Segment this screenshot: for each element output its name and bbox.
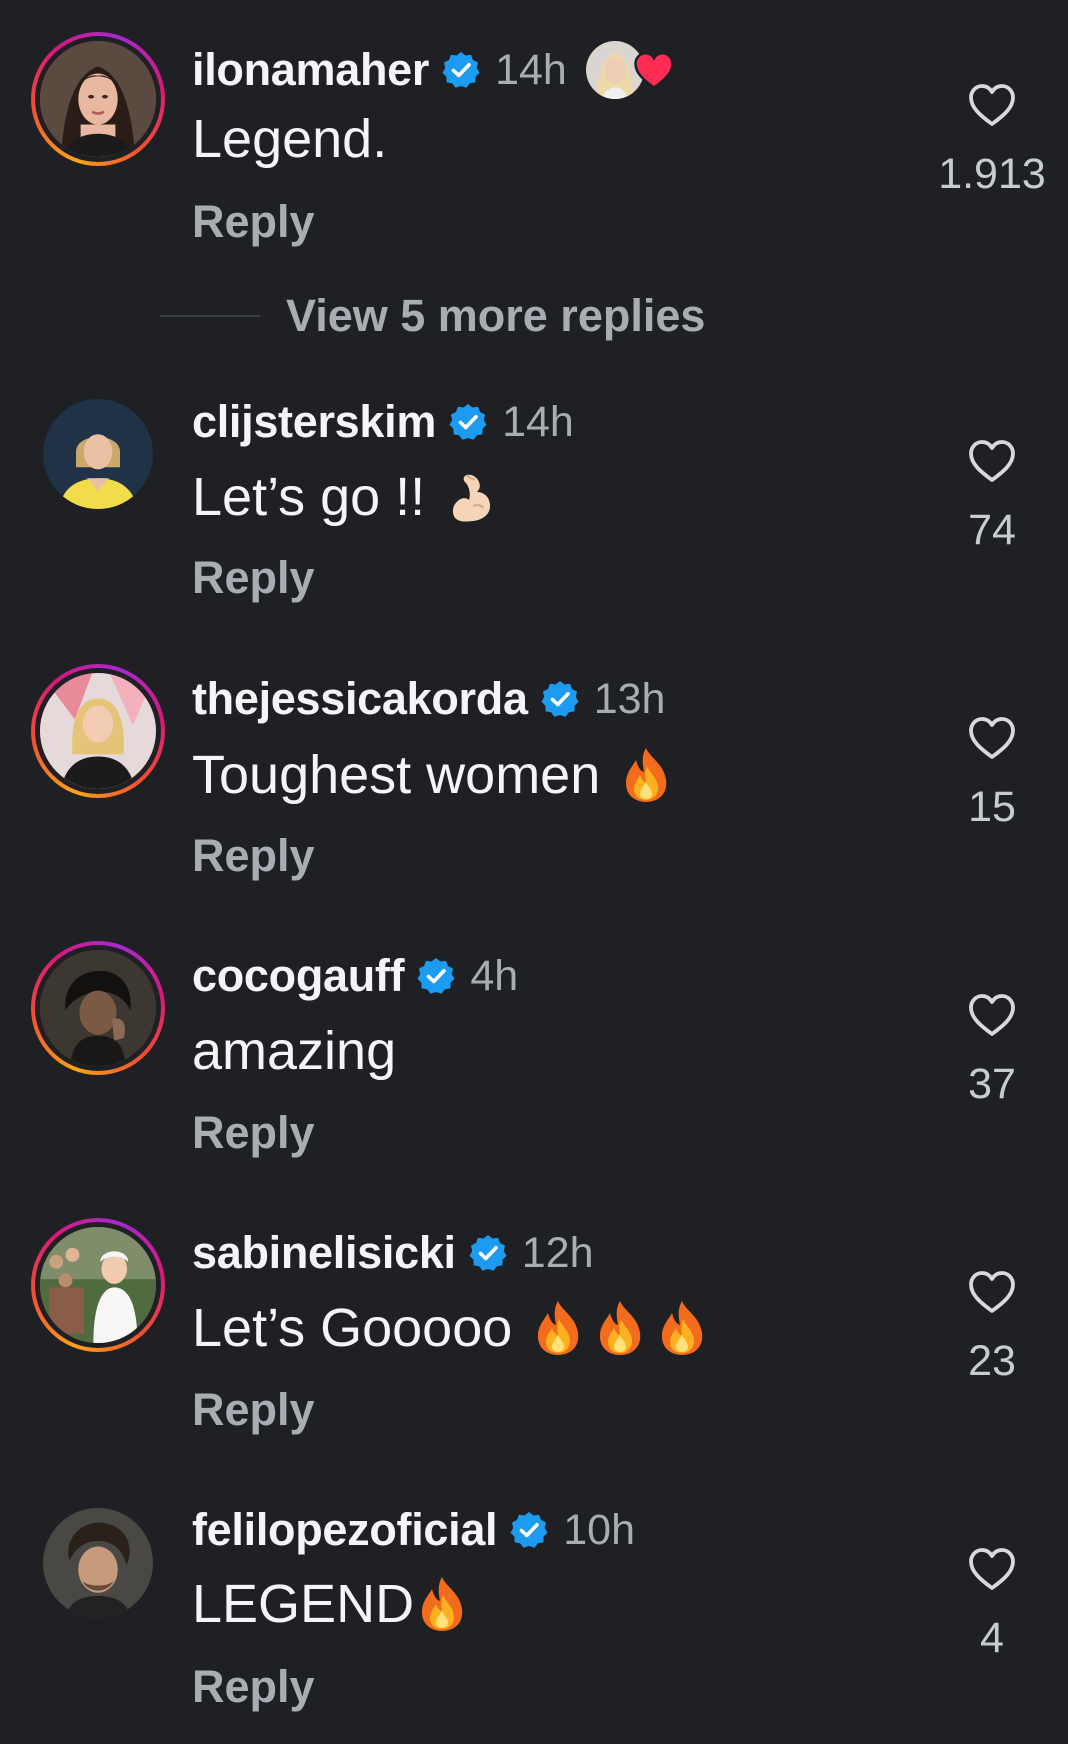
- avatar-story-ring[interactable]: [31, 32, 165, 166]
- username[interactable]: clijsterskim: [192, 396, 436, 448]
- liked-by-author-indicator: [582, 38, 675, 102]
- fire-emoji: [620, 746, 672, 804]
- heart-outline-icon[interactable]: [967, 715, 1017, 761]
- avatar[interactable]: [40, 41, 156, 157]
- timestamp: 10h: [563, 1505, 636, 1554]
- username[interactable]: sabinelisicki: [192, 1227, 456, 1279]
- like-button[interactable]: 1.913: [925, 82, 1059, 199]
- like-count: 23: [968, 1337, 1016, 1385]
- timestamp: 12h: [521, 1228, 594, 1277]
- avatar-story-ring[interactable]: [31, 664, 165, 798]
- avatar-story-ring[interactable]: [31, 941, 165, 1075]
- avatar-container[interactable]: [31, 387, 165, 521]
- reply-button[interactable]: Reply: [192, 1384, 315, 1436]
- avatar[interactable]: [40, 950, 156, 1066]
- verified-badge-icon: [441, 50, 481, 90]
- fire-emoji: [416, 1575, 468, 1633]
- like-button[interactable]: 15: [925, 715, 1059, 832]
- fire-emoji: [532, 1299, 584, 1357]
- avatar-container[interactable]: [31, 1496, 165, 1630]
- reply-button[interactable]: Reply: [192, 830, 315, 882]
- reply-button[interactable]: Reply: [192, 196, 315, 248]
- comment-text: amazing: [192, 1021, 397, 1081]
- view-more-replies-button[interactable]: View 5 more replies: [160, 290, 705, 342]
- heart-outline-icon[interactable]: [967, 1546, 1017, 1592]
- reply-button[interactable]: Reply: [192, 1107, 315, 1159]
- flexed-biceps-emoji: [445, 468, 497, 526]
- like-count: 4: [980, 1614, 1004, 1662]
- like-button[interactable]: 37: [925, 992, 1059, 1109]
- username[interactable]: ilonamaher: [192, 44, 429, 96]
- timestamp: 13h: [593, 674, 666, 723]
- timestamp: 14h: [502, 397, 574, 446]
- verified-badge-icon: [540, 679, 580, 719]
- comment-text: Let’s go !!: [192, 467, 426, 527]
- avatar-story-ring[interactable]: [31, 1218, 165, 1352]
- fire-emoji: [594, 1299, 646, 1357]
- comment-text: LEGEND: [192, 1574, 415, 1634]
- username[interactable]: cocogauff: [192, 950, 405, 1002]
- comment-text: Toughest women: [192, 745, 601, 805]
- timestamp: 14h: [495, 45, 567, 94]
- verified-badge-icon: [448, 402, 488, 442]
- divider-line: [160, 315, 260, 317]
- view-more-replies-label[interactable]: View 5 more replies: [286, 290, 705, 342]
- heart-outline-icon[interactable]: [967, 438, 1017, 484]
- verified-badge-icon: [468, 1233, 508, 1273]
- comment-text: Let’s Gooooo: [192, 1298, 513, 1358]
- verified-badge-icon: [416, 956, 456, 996]
- like-button[interactable]: 23: [925, 1269, 1059, 1386]
- avatar[interactable]: [43, 399, 153, 509]
- reply-button[interactable]: Reply: [192, 552, 315, 604]
- like-count: 37: [968, 1060, 1016, 1108]
- username[interactable]: thejessicakorda: [192, 673, 528, 725]
- verified-badge-icon: [509, 1510, 549, 1550]
- avatar[interactable]: [40, 673, 156, 789]
- avatar[interactable]: [40, 1227, 156, 1343]
- reply-button[interactable]: Reply: [192, 1661, 315, 1713]
- like-count: 74: [968, 506, 1016, 554]
- avatar[interactable]: [43, 1508, 153, 1618]
- like-count: 15: [968, 783, 1016, 831]
- heart-outline-icon[interactable]: [967, 992, 1017, 1038]
- username[interactable]: felilopezoficial: [192, 1504, 498, 1556]
- like-button[interactable]: 74: [925, 438, 1059, 555]
- red-heart-icon: [634, 51, 674, 90]
- timestamp: 4h: [470, 951, 519, 1000]
- comment-text: Legend.: [192, 109, 388, 169]
- like-button[interactable]: 4: [925, 1546, 1059, 1663]
- fire-emoji: [656, 1299, 708, 1357]
- heart-outline-icon[interactable]: [967, 82, 1017, 128]
- like-count: 1.913: [938, 150, 1046, 198]
- heart-outline-icon[interactable]: [967, 1269, 1017, 1315]
